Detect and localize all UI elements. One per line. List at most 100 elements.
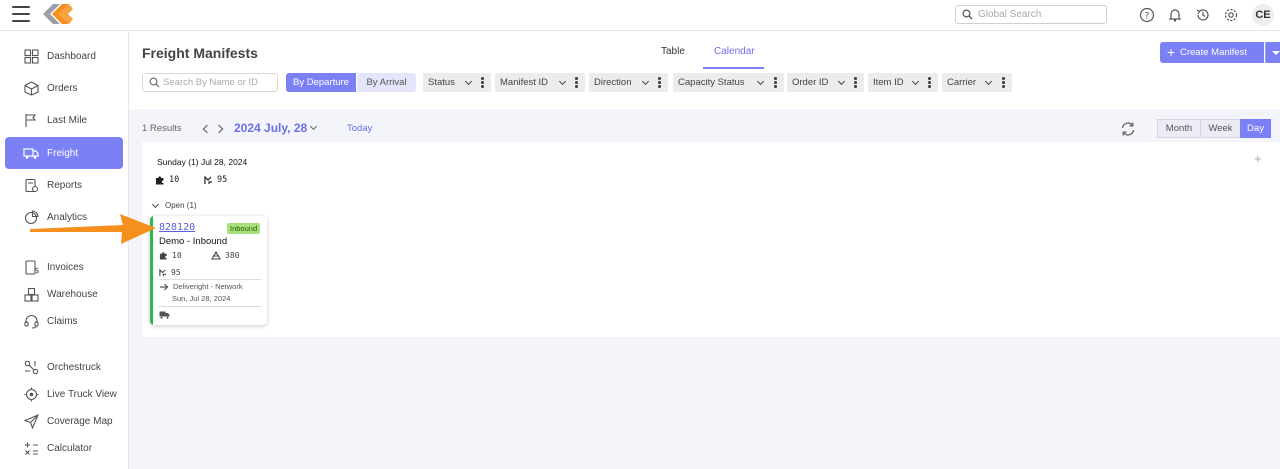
gear-icon[interactable] bbox=[1223, 7, 1239, 23]
manifest-search-placeholder: Search By Name or ID bbox=[163, 77, 259, 88]
annotation-arrow-icon bbox=[30, 214, 156, 244]
sidebar-item-invoices[interactable]: $ Invoices bbox=[5, 252, 123, 282]
sidebar-item-last-mile[interactable]: Last Mile bbox=[5, 105, 123, 135]
sidebar-item-warehouse[interactable]: Warehouse bbox=[5, 279, 123, 309]
svg-text:?: ? bbox=[1145, 12, 1150, 22]
create-manifest-dropdown-button[interactable] bbox=[1265, 42, 1280, 63]
calculator-icon bbox=[23, 440, 39, 456]
create-manifest-button[interactable]: + Create Manifest bbox=[1160, 42, 1264, 63]
menu-icon[interactable] bbox=[12, 6, 30, 22]
more-vertical-icon[interactable] bbox=[854, 77, 857, 89]
headset-icon bbox=[23, 313, 39, 329]
group-open-label: Open (1) bbox=[165, 201, 197, 210]
group-open-toggle[interactable]: Open (1) bbox=[151, 200, 197, 210]
card-volume-stat: 380 bbox=[211, 251, 239, 260]
sidebar-item-coverage-map[interactable]: Coverage Map bbox=[5, 406, 123, 436]
card-weight-stat: 95 bbox=[159, 268, 181, 277]
send-icon bbox=[23, 413, 39, 429]
filter-label: Status bbox=[428, 77, 455, 88]
sidebar-item-orders[interactable]: Orders bbox=[5, 73, 123, 103]
card-volume-value: 380 bbox=[225, 251, 240, 260]
history-icon[interactable] bbox=[1195, 7, 1211, 23]
card-divider bbox=[159, 306, 261, 307]
tab-calendar[interactable]: Calendar bbox=[714, 46, 755, 57]
filter-manifest-id[interactable]: Manifest ID bbox=[495, 73, 585, 92]
chevron-down-icon bbox=[151, 200, 160, 208]
truck-icon bbox=[159, 311, 170, 319]
by-departure-toggle[interactable]: By Departure bbox=[286, 73, 356, 92]
filter-carrier[interactable]: Carrier bbox=[942, 73, 1012, 92]
bell-icon[interactable] bbox=[1167, 7, 1183, 23]
chevron-down-icon bbox=[911, 77, 920, 86]
more-vertical-icon[interactable] bbox=[481, 77, 484, 89]
chevron-down-icon bbox=[641, 77, 650, 86]
sidebar-item-label: Reports bbox=[47, 179, 83, 191]
volume-icon bbox=[211, 251, 221, 260]
day-weight-stat: 95 bbox=[204, 175, 227, 185]
manifest-id-link[interactable]: 828120 bbox=[159, 222, 195, 233]
filter-label: Manifest ID bbox=[500, 77, 549, 88]
next-day-icon[interactable] bbox=[214, 124, 224, 134]
svg-text:$: $ bbox=[34, 266, 39, 275]
filter-status[interactable]: Status bbox=[423, 73, 491, 92]
add-icon[interactable]: + bbox=[1254, 151, 1262, 166]
filter-direction[interactable]: Direction bbox=[589, 73, 668, 92]
sidebar-item-live-truck-view[interactable]: Live Truck View bbox=[5, 379, 123, 409]
sidebar-item-label: Freight bbox=[47, 147, 79, 159]
box-icon bbox=[23, 80, 39, 96]
filter-order-id[interactable]: Order ID bbox=[787, 73, 864, 92]
range-week-button[interactable]: Week bbox=[1200, 119, 1241, 138]
refresh-icon[interactable] bbox=[1119, 120, 1137, 138]
sidebar-item-calculator[interactable]: Calculator bbox=[5, 433, 123, 463]
sidebar-item-label: Invoices bbox=[47, 261, 84, 273]
sidebar-item-freight[interactable]: Freight bbox=[5, 137, 123, 169]
sidebar-item-claims[interactable]: Claims bbox=[5, 306, 123, 336]
more-vertical-icon[interactable] bbox=[774, 77, 777, 89]
previous-day-icon[interactable] bbox=[202, 124, 212, 134]
more-vertical-icon[interactable] bbox=[575, 77, 578, 89]
weight-icon bbox=[204, 175, 212, 184]
sidebar-item-label: Calculator bbox=[47, 442, 93, 454]
manifest-card[interactable]: 828120 Inbound Demo - Inbound 10 380 95 … bbox=[150, 216, 267, 325]
card-route: Deliveright - Network bbox=[159, 282, 243, 291]
chevron-down-icon bbox=[558, 77, 567, 86]
sidebar-item-dashboard[interactable]: Dashboard bbox=[5, 41, 123, 71]
day-pieces-value: 10 bbox=[169, 175, 180, 185]
invoice-icon: $ bbox=[23, 259, 39, 275]
more-vertical-icon[interactable] bbox=[658, 77, 661, 89]
sidebar-item-label: Live Truck View bbox=[47, 388, 117, 400]
day-panel: Sunday (1) Jul 28, 2024 + 10 95 Open (1)… bbox=[142, 142, 1280, 337]
avatar[interactable]: CE bbox=[1252, 4, 1274, 26]
card-pieces-value: 10 bbox=[172, 251, 182, 260]
weight-icon bbox=[159, 268, 167, 276]
chevron-down-icon bbox=[756, 77, 765, 86]
sidebar-item-label: Coverage Map bbox=[47, 415, 113, 427]
sidebar-item-label: Dashboard bbox=[47, 50, 96, 62]
day-header: Sunday (1) Jul 28, 2024 bbox=[157, 157, 248, 167]
manifest-search-input[interactable]: Search By Name or ID bbox=[142, 73, 278, 92]
direction-badge: Inbound bbox=[227, 223, 261, 234]
filter-capacity-status[interactable]: Capacity Status bbox=[673, 73, 784, 92]
filter-label: Item ID bbox=[873, 77, 904, 88]
logo-icon[interactable] bbox=[40, 1, 74, 27]
truck-icon bbox=[23, 145, 39, 161]
sidebar-item-label: Warehouse bbox=[47, 288, 98, 300]
sidebar-item-orchestruck[interactable]: Orchestruck bbox=[5, 352, 123, 382]
more-vertical-icon[interactable] bbox=[1002, 77, 1005, 89]
card-route-label: Deliveright - Network bbox=[173, 282, 243, 291]
more-vertical-icon[interactable] bbox=[928, 77, 931, 89]
range-month-button[interactable]: Month bbox=[1157, 119, 1201, 138]
chevron-down-icon[interactable] bbox=[309, 122, 318, 131]
today-button[interactable]: Today bbox=[347, 123, 372, 134]
filter-item-id[interactable]: Item ID bbox=[868, 73, 938, 92]
puzzle-icon bbox=[156, 176, 164, 185]
global-search-input[interactable]: Global Search bbox=[955, 5, 1107, 24]
current-date-label[interactable]: 2024 July, 28 bbox=[234, 121, 307, 135]
help-icon[interactable]: ? bbox=[1139, 7, 1155, 23]
range-day-button[interactable]: Day bbox=[1240, 119, 1271, 138]
filter-label: Carrier bbox=[947, 77, 977, 88]
orchestrate-icon bbox=[23, 359, 39, 375]
by-arrival-toggle[interactable]: By Arrival bbox=[357, 73, 416, 92]
tab-table[interactable]: Table bbox=[661, 46, 685, 57]
sidebar-item-reports[interactable]: Reports bbox=[5, 170, 123, 200]
